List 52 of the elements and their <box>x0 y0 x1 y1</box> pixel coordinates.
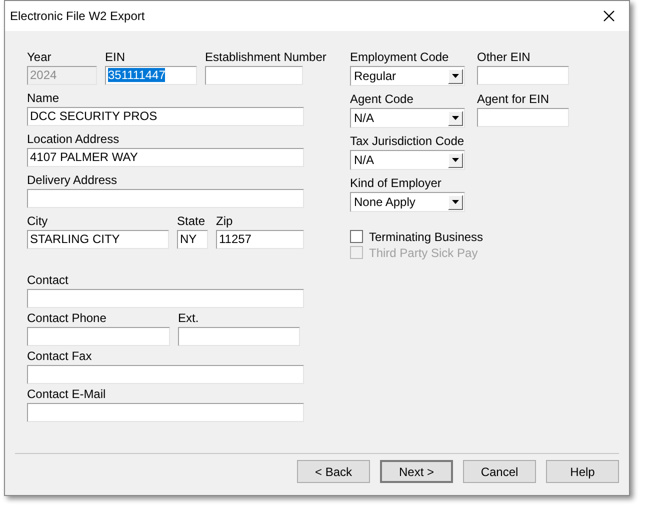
dropdown-arrow-icon <box>452 158 459 162</box>
dropdown[interactable]: Regular <box>350 66 465 86</box>
checkbox[interactable] <box>350 230 363 243</box>
field-label: Contact E-Mail <box>27 387 106 401</box>
field-label: Contact Fax <box>27 349 92 363</box>
field-label: EIN <box>105 50 126 64</box>
input-field[interactable] <box>477 108 569 127</box>
input-field[interactable] <box>178 327 300 346</box>
field-label: City <box>27 214 48 228</box>
dropdown[interactable]: N/A <box>350 150 465 170</box>
dropdown[interactable]: N/A <box>350 108 465 128</box>
dropdown-arrow-icon <box>452 200 459 204</box>
field-label: Contact Phone <box>27 311 106 325</box>
window-title: Electronic File W2 Export <box>10 9 145 23</box>
field-label: Location Address <box>27 132 120 146</box>
field-label: Delivery Address <box>27 173 118 187</box>
input-field[interactable] <box>27 189 304 208</box>
field-label: Kind of Employer <box>350 176 442 190</box>
field-label: Zip <box>216 214 233 228</box>
field-label: Year <box>27 50 52 64</box>
input-field[interactable] <box>27 403 304 422</box>
input-field[interactable]: 11257 <box>216 230 304 249</box>
field-label: Name <box>27 91 60 105</box>
input-field[interactable] <box>27 327 170 346</box>
dialog-button[interactable]: Help <box>546 460 619 483</box>
input-field[interactable]: NY <box>177 230 208 249</box>
field-label: Agent for EIN <box>477 92 550 106</box>
close-icon <box>603 10 615 22</box>
field-label: Employment Code <box>350 50 449 64</box>
field-label: Agent Code <box>350 92 414 106</box>
input-field[interactable]: 351111447 <box>105 66 197 85</box>
input-field[interactable]: STARLING CITY <box>27 230 169 249</box>
field-label: State <box>177 214 206 228</box>
input-field[interactable] <box>205 66 303 85</box>
checkbox-label: Terminating Business <box>369 230 484 244</box>
dropdown[interactable]: None Apply <box>350 192 465 212</box>
field-label: Tax Jurisdiction Code <box>350 134 464 148</box>
input-field[interactable]: DCC SECURITY PROS <box>27 107 304 126</box>
input-field[interactable]: 4107 PALMER WAY <box>27 148 304 167</box>
field-label: Other EIN <box>477 50 530 64</box>
field-label: Ext. <box>178 311 199 325</box>
field-label: Establishment Number <box>205 50 326 64</box>
dropdown-arrow-icon <box>452 116 459 120</box>
dialog-button[interactable]: < Back <box>297 460 370 483</box>
input-field[interactable] <box>477 66 569 85</box>
input-field[interactable] <box>27 365 304 384</box>
dialog-button[interactable]: Cancel <box>463 460 536 483</box>
field-label: Contact <box>27 273 68 287</box>
dropdown-arrow-icon <box>452 74 459 78</box>
checkbox-label: Third Party Sick Pay <box>369 246 478 260</box>
dialog-button[interactable]: Next > <box>380 460 453 483</box>
input-field[interactable] <box>27 289 304 308</box>
